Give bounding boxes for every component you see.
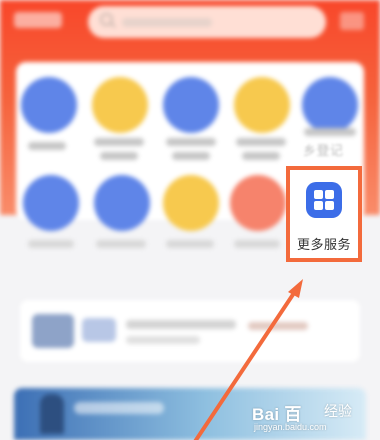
more-services-label[interactable]: 更多服务 [290, 234, 358, 253]
grid-apps-icon[interactable] [306, 182, 342, 218]
watermark-brand: 经验 [324, 403, 352, 419]
watermark-url: jingyan.baidu.com [254, 422, 327, 432]
baidu-jingyan-watermark: Bai 百 经验 jingyan.baidu.com [248, 400, 376, 438]
more-services-highlight[interactable]: 更多服务 [286, 166, 362, 262]
